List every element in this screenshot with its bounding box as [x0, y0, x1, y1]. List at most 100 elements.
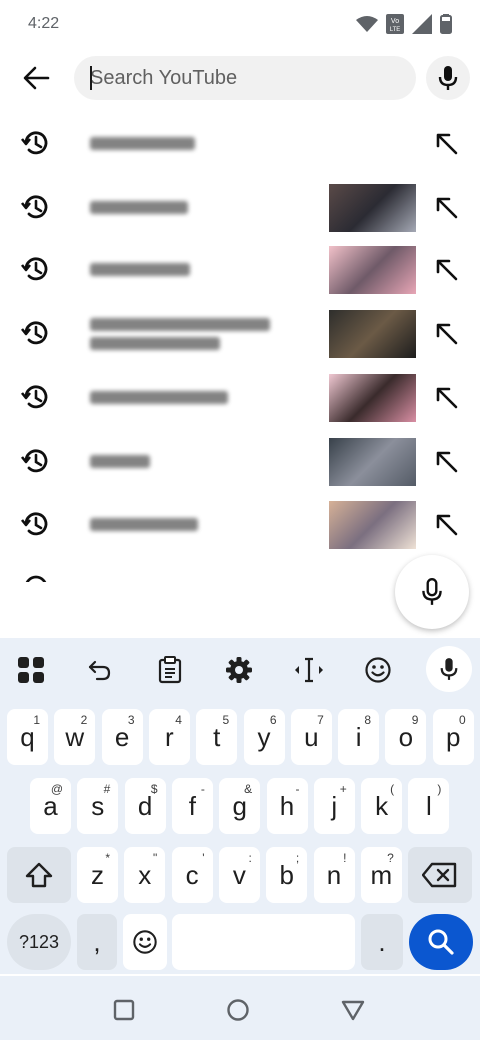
- svg-text:Vo: Vo: [391, 18, 399, 25]
- key-q[interactable]: q1: [7, 709, 48, 765]
- undo-button[interactable]: [80, 650, 120, 690]
- key-hint: :: [248, 851, 252, 865]
- key-hint: 1: [33, 713, 40, 727]
- key-label: k: [375, 790, 389, 821]
- back-nav-button[interactable]: [337, 994, 369, 1026]
- fill-query-arrow-icon[interactable]: [430, 191, 462, 223]
- fill-query-arrow-icon[interactable]: [430, 127, 462, 159]
- back-arrow-icon: [23, 66, 50, 90]
- shift-key[interactable]: [7, 847, 71, 903]
- key-j[interactable]: j +: [313, 778, 355, 834]
- navigation-bar: [0, 976, 480, 1040]
- search-box[interactable]: [74, 56, 416, 100]
- key-hint: (: [390, 782, 395, 796]
- space-key[interactable]: [172, 914, 355, 970]
- backspace-key[interactable]: [408, 847, 472, 903]
- comma-key[interactable]: ,: [77, 914, 117, 970]
- svg-text:LTE: LTE: [390, 27, 401, 33]
- suggestion-row[interactable]: [0, 176, 480, 238]
- suggestion-row[interactable]: [0, 366, 480, 428]
- key-label: z: [91, 859, 104, 890]
- floating-voice-button[interactable]: [395, 555, 469, 629]
- soft-keyboard: q 1 w 2 e 3 r 4 t 5 y 6 u 7 i 8 o 9 p 0 a @ s # d $ f - g & h - j + k(l) z *…: [0, 638, 480, 974]
- keyboard-voice-button[interactable]: [426, 646, 472, 692]
- key-r[interactable]: r4: [148, 709, 190, 765]
- key-label: i: [355, 721, 362, 752]
- key-v[interactable]: v:: [218, 847, 260, 903]
- history-icon: [20, 257, 48, 281]
- key-n[interactable]: n!: [313, 847, 355, 903]
- key-p[interactable]: p0: [432, 709, 474, 765]
- key-s[interactable]: s #: [77, 778, 119, 834]
- suggestion-row[interactable]: [0, 238, 480, 300]
- key-y[interactable]: y6: [243, 709, 285, 765]
- key-k[interactable]: k(: [361, 778, 403, 834]
- recents-button[interactable]: [108, 994, 140, 1026]
- suggestion-row[interactable]: [0, 302, 480, 364]
- shift-icon: [25, 862, 53, 888]
- apps-grid-icon: [18, 657, 44, 683]
- text-cursor-button[interactable]: [289, 650, 329, 690]
- key-hint: &: [244, 782, 253, 796]
- apps-grid-button[interactable]: [11, 650, 51, 690]
- symbols-key[interactable]: ?123: [7, 914, 71, 970]
- key-a[interactable]: a @: [30, 778, 71, 834]
- suggestion-row[interactable]: [0, 493, 480, 555]
- key-hint: *: [105, 851, 110, 865]
- suggestion-text: [90, 505, 290, 543]
- period-key[interactable]: .: [361, 914, 403, 970]
- emoji-key[interactable]: [123, 914, 167, 970]
- key-t[interactable]: t5: [196, 709, 238, 765]
- key-b[interactable]: b;: [266, 847, 308, 903]
- suggestion-list: [0, 112, 480, 582]
- search-header: [0, 52, 480, 104]
- home-button[interactable]: [222, 994, 254, 1026]
- key-c[interactable]: c ': [171, 847, 213, 903]
- video-thumbnail: [329, 184, 416, 232]
- key-i[interactable]: i8: [338, 709, 380, 765]
- key-x[interactable]: x ": [124, 847, 166, 903]
- video-thumbnail: [329, 246, 416, 294]
- key-hint: -: [295, 782, 300, 796]
- fill-query-arrow-icon[interactable]: [430, 253, 462, 285]
- history-icon: [20, 385, 48, 409]
- key-g[interactable]: g &: [219, 778, 261, 834]
- search-input[interactable]: [90, 66, 416, 90]
- fill-query-arrow-icon[interactable]: [430, 317, 462, 349]
- key-w[interactable]: w2: [54, 709, 96, 765]
- key-label: s: [91, 790, 105, 821]
- key-hint: +: [339, 782, 347, 796]
- back-button[interactable]: [14, 56, 58, 100]
- key-d[interactable]: d $: [124, 778, 166, 834]
- clipboard-button[interactable]: [150, 650, 190, 690]
- fill-query-arrow-icon[interactable]: [430, 508, 462, 540]
- key-hint: 2: [80, 713, 88, 727]
- key-l[interactable]: l): [408, 778, 450, 834]
- key-z[interactable]: z *: [77, 847, 118, 903]
- backspace-icon: [422, 862, 457, 888]
- key-label: t: [213, 721, 221, 752]
- fill-query-arrow-icon[interactable]: [430, 445, 462, 477]
- suggestion-text: [90, 124, 290, 162]
- comma-key-label: ,: [93, 926, 101, 957]
- key-e[interactable]: e3: [101, 709, 143, 765]
- suggestion-row[interactable]: [0, 430, 480, 492]
- key-h[interactable]: h-: [266, 778, 308, 834]
- key-f[interactable]: f-: [171, 778, 213, 834]
- key-o[interactable]: o9: [385, 709, 427, 765]
- suggestion-row[interactable]: [0, 112, 480, 174]
- status-bar: 4:22 Vo LTE: [0, 0, 480, 48]
- emoji-button[interactable]: [358, 650, 398, 690]
- key-u[interactable]: u7: [290, 709, 332, 765]
- search-enter-key[interactable]: [409, 914, 473, 970]
- suggestion-text: [90, 442, 290, 480]
- fill-query-arrow-icon[interactable]: [430, 381, 462, 413]
- key-m[interactable]: m?: [360, 847, 402, 903]
- key-label: b: [279, 859, 294, 890]
- settings-button[interactable]: [219, 650, 259, 690]
- suggestion-text: [90, 378, 290, 416]
- emoji-icon: [133, 930, 157, 954]
- voice-search-button[interactable]: [426, 56, 470, 100]
- key-hint: -: [200, 782, 205, 796]
- home-icon: [227, 999, 249, 1021]
